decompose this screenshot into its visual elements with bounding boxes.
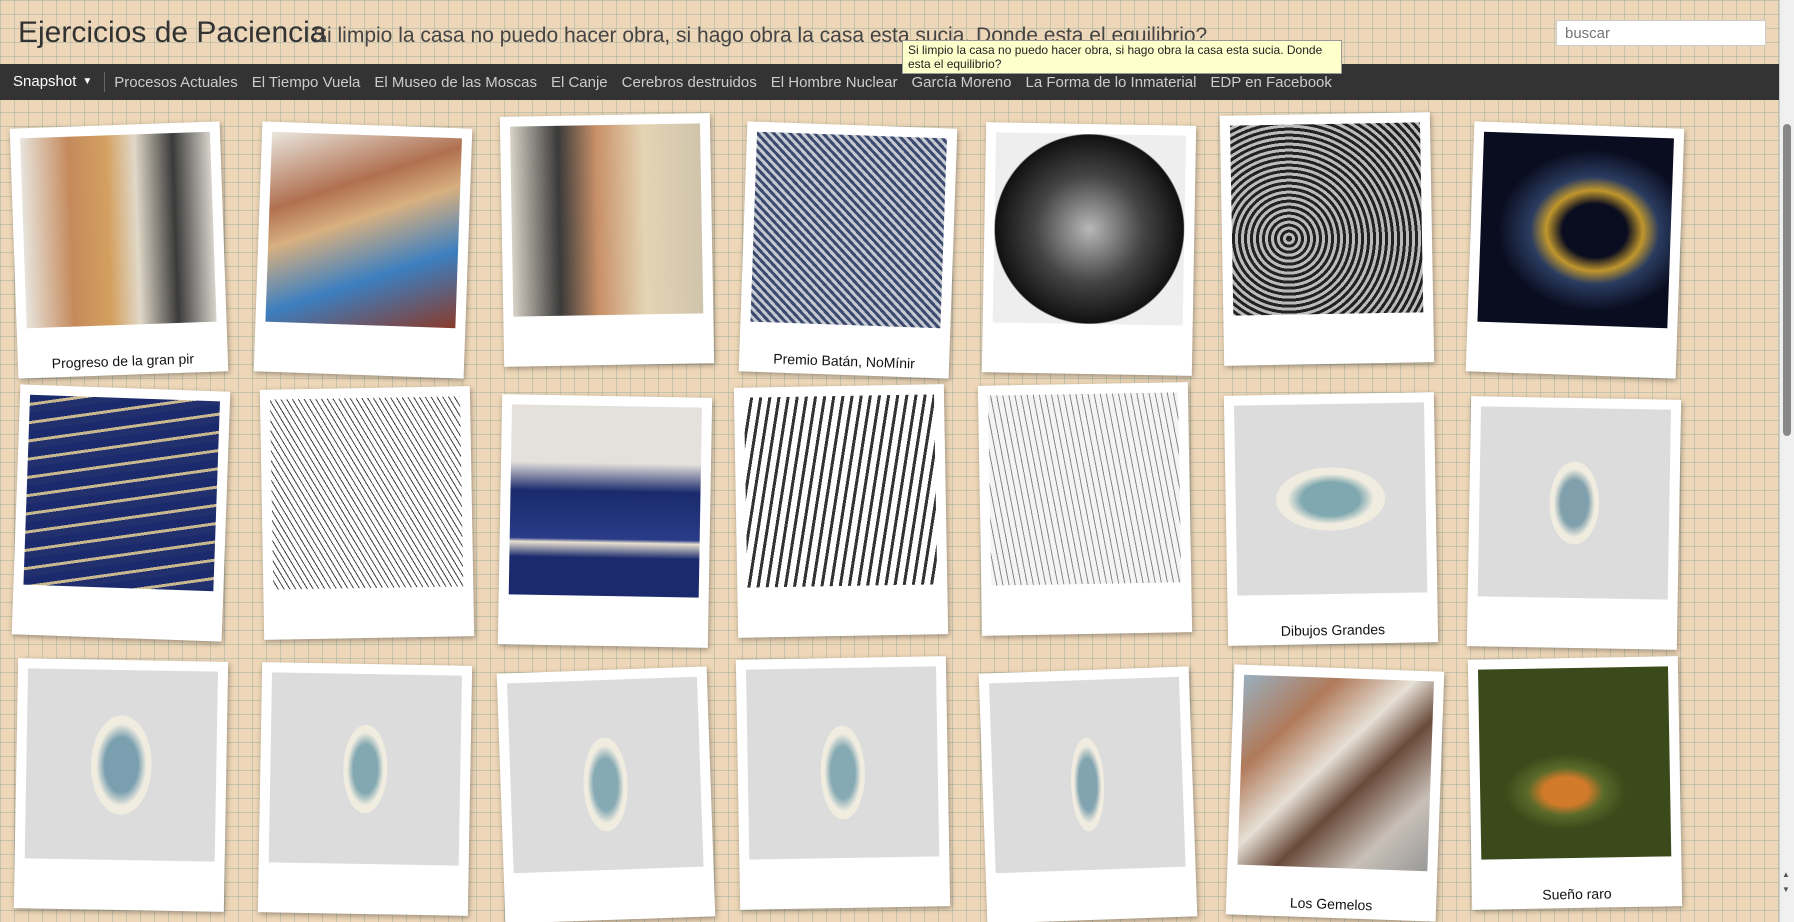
photo: [750, 131, 947, 329]
photo: [508, 404, 702, 598]
photo-tile[interactable]: [1466, 396, 1682, 650]
photo-tile[interactable]: [977, 382, 1193, 636]
caption: [982, 626, 1192, 630]
photo: [1477, 131, 1674, 329]
blog-header: Ejercicios de Paciencia Si limpio la cas…: [0, 0, 1780, 64]
caption: [987, 910, 1197, 917]
caption: [504, 357, 714, 361]
caption: [740, 900, 950, 904]
scroll-thumb[interactable]: [1783, 124, 1791, 436]
caption: Progreso de la gran pir: [51, 350, 195, 372]
photo-tile[interactable]: [11, 384, 231, 642]
photo: [20, 131, 217, 329]
photo-tile[interactable]: Los Gemelos: [1225, 664, 1445, 922]
photo-tile[interactable]: [257, 662, 473, 916]
nav-item[interactable]: La Forma de lo Inmaterial: [1019, 74, 1204, 91]
photo: [989, 676, 1186, 874]
nav-item[interactable]: Procesos Actuales: [105, 74, 244, 91]
photo-tile[interactable]: [497, 394, 713, 648]
photo-tile[interactable]: Dibujos Grandes: [1223, 392, 1439, 646]
caption: [254, 365, 464, 372]
photo-tile[interactable]: [253, 121, 473, 379]
caption: [12, 628, 222, 635]
photo: [270, 396, 464, 590]
photo: [1477, 406, 1671, 600]
caption: [982, 366, 1192, 370]
scrollbar[interactable]: ▲ ▼: [1779, 0, 1794, 922]
photo: [1237, 674, 1434, 872]
photo-tile[interactable]: [1465, 121, 1685, 379]
photo: [992, 132, 1186, 326]
caption: Dibujos Grandes: [1280, 621, 1386, 639]
caption: [505, 910, 715, 917]
nav-item[interactable]: García Moreno: [904, 74, 1018, 91]
photo: [23, 394, 220, 592]
photo-tile[interactable]: [735, 656, 951, 910]
caption: [258, 906, 468, 910]
caption: [1466, 365, 1676, 372]
photo-tile[interactable]: Sueño raro: [1467, 656, 1683, 910]
photo: [744, 394, 938, 588]
caption: [14, 902, 224, 906]
caption: [1467, 640, 1677, 644]
caption: Los Gemelos: [1289, 894, 1373, 914]
photo: [268, 672, 462, 866]
tooltip: Si limpio la casa no puedo hacer obra, s…: [902, 40, 1342, 74]
photo-tile[interactable]: [733, 384, 949, 638]
nav-item[interactable]: El Tiempo Vuela: [245, 74, 368, 91]
nav-item[interactable]: Cerebros destruidos: [615, 74, 764, 91]
chevron-down-icon: ▼: [82, 76, 93, 87]
photo: [1234, 402, 1428, 596]
caption: [498, 638, 708, 642]
scroll-up-icon[interactable]: ▲: [1782, 870, 1790, 879]
blog-title[interactable]: Ejercicios de Paciencia: [18, 16, 326, 50]
caption: Premio Batán, NoMínir: [773, 350, 916, 372]
scroll-down-icon[interactable]: ▼: [1782, 885, 1790, 894]
caption: [264, 630, 474, 634]
photo: [265, 131, 462, 329]
navbar: Snapshot ▼ Procesos Actuales El Tiempo V…: [0, 64, 1780, 100]
caption: [1224, 356, 1434, 360]
photo-tile[interactable]: [978, 666, 1198, 922]
photo-tile[interactable]: Premio Batán, NoMínir: [738, 121, 958, 379]
search-input[interactable]: [1556, 20, 1766, 46]
photo: [1478, 666, 1672, 860]
photo: [510, 123, 704, 317]
nav-item[interactable]: El Canje: [544, 74, 615, 91]
photo: [24, 668, 218, 862]
photo-tile[interactable]: [1219, 112, 1435, 366]
photo-tile[interactable]: [259, 386, 475, 640]
photo: [988, 392, 1182, 586]
nav-item[interactable]: El Museo de las Moscas: [367, 74, 544, 91]
photo: [507, 676, 704, 874]
photo-tile[interactable]: Progreso de la gran pir: [9, 121, 229, 379]
snapshot-view-menu[interactable]: Snapshot ▼: [0, 72, 106, 92]
nav-item[interactable]: EDP en Facebook: [1203, 74, 1338, 91]
caption: Sueño raro: [1542, 885, 1612, 903]
photo-tile[interactable]: [499, 113, 715, 367]
caption: [738, 628, 948, 632]
nav-item[interactable]: El Hombre Nuclear: [764, 74, 905, 91]
photo: [746, 666, 940, 860]
photo-tile[interactable]: [496, 666, 716, 922]
photo-tile[interactable]: [981, 122, 1197, 376]
snapshot-label: Snapshot: [13, 73, 77, 90]
photo: [1230, 122, 1424, 316]
photo-tile[interactable]: [13, 658, 229, 912]
